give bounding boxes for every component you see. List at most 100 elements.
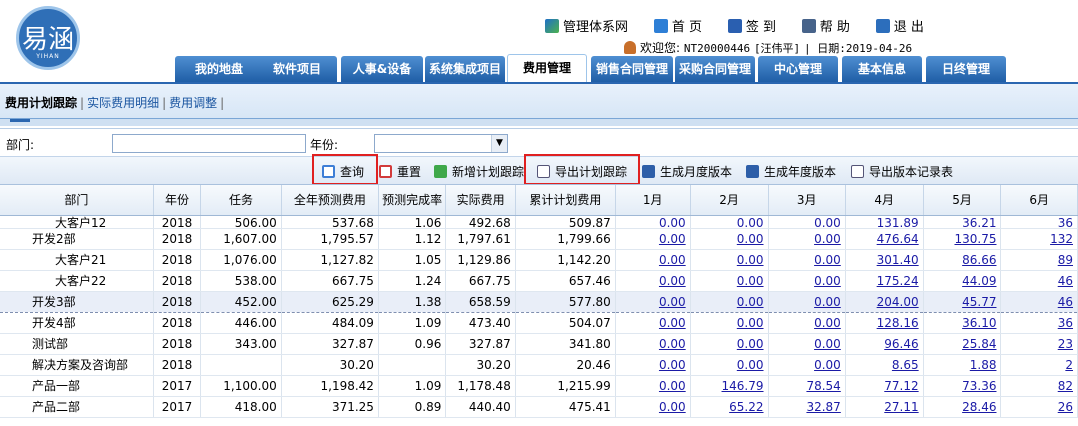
- subnav-actual-expense-detail[interactable]: 实际费用明细: [87, 96, 159, 110]
- month-amount-link[interactable]: 26: [1058, 400, 1073, 414]
- month-amount-link[interactable]: 0.00: [659, 253, 686, 267]
- month-amount-link[interactable]: 65.22: [729, 400, 763, 414]
- export-plan-button[interactable]: 导出计划跟踪: [537, 163, 627, 180]
- export-version-button[interactable]: 导出版本记录表: [851, 163, 953, 180]
- month-amount-link[interactable]: 0.00: [659, 316, 686, 330]
- month-amount-link[interactable]: 0.00: [659, 274, 686, 288]
- month-amount-link[interactable]: 0.00: [814, 337, 841, 351]
- month-amount-link[interactable]: 0.00: [737, 253, 764, 267]
- toplink-home[interactable]: 首 页: [653, 16, 702, 35]
- generate-yearly-button[interactable]: 生成年度版本: [746, 163, 836, 180]
- tab-purchase-contracts[interactable]: 采购合同管理: [675, 56, 755, 82]
- month-amount-link[interactable]: 46: [1058, 295, 1073, 309]
- month-amount-link[interactable]: 77.12: [884, 379, 918, 393]
- month-amount-link[interactable]: 0.00: [737, 358, 764, 372]
- month-amount-link[interactable]: 0.00: [659, 358, 686, 372]
- dept-input[interactable]: [112, 134, 306, 153]
- toplink-checkin[interactable]: 签 到: [727, 16, 776, 35]
- month-amount-link[interactable]: 0.00: [737, 316, 764, 330]
- col-header-rate[interactable]: 预测完成率: [378, 185, 447, 216]
- month-amount-link[interactable]: 0.00: [737, 232, 764, 246]
- table-row[interactable]: 产品一部 2017 1,100.00 1,198.42 1.09 1,178.48 1,21…: [0, 375, 1078, 397]
- tab-center-management[interactable]: 中心管理: [758, 56, 838, 82]
- col-header-apr[interactable]: 4月: [845, 185, 924, 216]
- month-amount-link[interactable]: 0.00: [737, 295, 764, 309]
- table-row[interactable]: 大客户21 2018 1,076.00 1,127.82 1.05 1,129.86 1,1…: [0, 249, 1078, 271]
- month-amount-link[interactable]: 0.00: [737, 274, 764, 288]
- tab-sales-contracts[interactable]: 销售合同管理: [591, 56, 673, 82]
- month-amount-link[interactable]: 130.75: [954, 232, 996, 246]
- generate-monthly-button[interactable]: 生成月度版本: [642, 163, 732, 180]
- table-row[interactable]: 开发2部 2018 1,607.00 1,795.57 1.12 1,797.61 1,79…: [0, 228, 1078, 250]
- month-amount-link[interactable]: 86.66: [962, 253, 996, 267]
- month-amount-link[interactable]: 73.36: [962, 379, 996, 393]
- month-amount-link[interactable]: 89: [1058, 253, 1073, 267]
- col-header-actual[interactable]: 实际费用: [445, 185, 516, 216]
- month-amount-link[interactable]: 46: [1058, 274, 1073, 288]
- col-header-may[interactable]: 5月: [923, 185, 1002, 216]
- table-row[interactable]: 大客户12 2018 506.00 537.68 1.06 492.68 509.87 0.0…: [0, 215, 1078, 229]
- month-amount-link[interactable]: 28.46: [962, 400, 996, 414]
- month-amount-link[interactable]: 0.00: [659, 216, 686, 228]
- tab-basic-info[interactable]: 基本信息: [842, 56, 922, 82]
- month-amount-link[interactable]: 32.87: [806, 400, 840, 414]
- reset-button[interactable]: 重置: [379, 163, 421, 180]
- tab-hr-equipment[interactable]: 人事&设备: [341, 56, 423, 82]
- query-button[interactable]: 查询: [322, 163, 364, 180]
- tab-software-projects[interactable]: 软件项目: [257, 56, 337, 82]
- table-row[interactable]: 开发4部 2018 446.00 484.09 1.09 473.40 504.07 0.00…: [0, 312, 1078, 334]
- month-amount-link[interactable]: 146.79: [722, 379, 764, 393]
- col-header-task[interactable]: 任务: [200, 185, 282, 216]
- month-amount-link[interactable]: 0.00: [659, 379, 686, 393]
- month-amount-link[interactable]: 36: [1058, 316, 1073, 330]
- table-row[interactable]: 测试部 2018 343.00 327.87 0.96 327.87 341.80 0.00 0…: [0, 333, 1078, 355]
- month-amount-link[interactable]: 0.00: [659, 337, 686, 351]
- month-amount-link[interactable]: 36.10: [962, 316, 996, 330]
- col-header-mar[interactable]: 3月: [768, 185, 846, 216]
- month-amount-link[interactable]: 476.64: [877, 232, 919, 246]
- table-row[interactable]: 开发3部 2018 452.00 625.29 1.38 658.59 577.80 0.00…: [0, 290, 1078, 313]
- month-amount-link[interactable]: 128.16: [877, 316, 919, 330]
- month-amount-link[interactable]: 0.00: [814, 216, 841, 228]
- month-amount-link[interactable]: 0.00: [737, 337, 764, 351]
- month-amount-link[interactable]: 0.00: [814, 274, 841, 288]
- subnav-expense-adjustment[interactable]: 费用调整: [169, 96, 217, 110]
- year-select[interactable]: ▼: [374, 134, 508, 153]
- month-amount-link[interactable]: 131.89: [877, 216, 919, 228]
- month-amount-link[interactable]: 36: [1058, 216, 1073, 228]
- month-amount-link[interactable]: 0.00: [814, 316, 841, 330]
- col-header-cumulative[interactable]: 累计计划费用: [515, 185, 616, 216]
- month-amount-link[interactable]: 23: [1058, 337, 1073, 351]
- tab-end-of-day[interactable]: 日终管理: [926, 56, 1006, 82]
- month-amount-link[interactable]: 82: [1058, 379, 1073, 393]
- month-amount-link[interactable]: 36.21: [962, 216, 996, 228]
- col-header-feb[interactable]: 2月: [690, 185, 769, 216]
- month-amount-link[interactable]: 0.00: [659, 232, 686, 246]
- tab-system-integration[interactable]: 系统集成项目: [425, 56, 505, 82]
- table-row[interactable]: 产品二部 2017 418.00 371.25 0.89 440.40 475.41 0.00…: [0, 396, 1078, 418]
- tab-expense-management[interactable]: 费用管理: [507, 54, 587, 82]
- month-amount-link[interactable]: 44.09: [962, 274, 996, 288]
- month-amount-link[interactable]: 96.46: [884, 337, 918, 351]
- month-amount-link[interactable]: 0.00: [737, 216, 764, 228]
- month-amount-link[interactable]: 27.11: [884, 400, 918, 414]
- table-row[interactable]: 大客户22 2018 538.00 667.75 1.24 667.75 657.46 0.0…: [0, 270, 1078, 292]
- month-amount-link[interactable]: 25.84: [962, 337, 996, 351]
- toplink-exit[interactable]: 退 出: [875, 16, 924, 35]
- month-amount-link[interactable]: 0.00: [814, 232, 841, 246]
- month-amount-link[interactable]: 0.00: [659, 295, 686, 309]
- col-header-jun[interactable]: 6月: [1000, 185, 1078, 216]
- tab-my-workspace[interactable]: 我的地盘: [175, 56, 263, 82]
- month-amount-link[interactable]: 175.24: [877, 274, 919, 288]
- month-amount-link[interactable]: 0.00: [659, 400, 686, 414]
- subnav-plan-tracking[interactable]: 费用计划跟踪: [5, 96, 77, 110]
- month-amount-link[interactable]: 2: [1065, 358, 1073, 372]
- month-amount-link[interactable]: 8.65: [892, 358, 919, 372]
- toplink-help[interactable]: 帮 助: [801, 16, 850, 35]
- col-header-jan[interactable]: 1月: [615, 185, 691, 216]
- month-amount-link[interactable]: 0.00: [814, 295, 841, 309]
- month-amount-link[interactable]: 45.77: [962, 295, 996, 309]
- table-row[interactable]: 解决方案及咨询部 2018 30.20 30.20 20.46 0.00 0.00 0.00 8…: [0, 354, 1078, 376]
- month-amount-link[interactable]: 301.40: [877, 253, 919, 267]
- chevron-down-icon[interactable]: ▼: [491, 135, 507, 152]
